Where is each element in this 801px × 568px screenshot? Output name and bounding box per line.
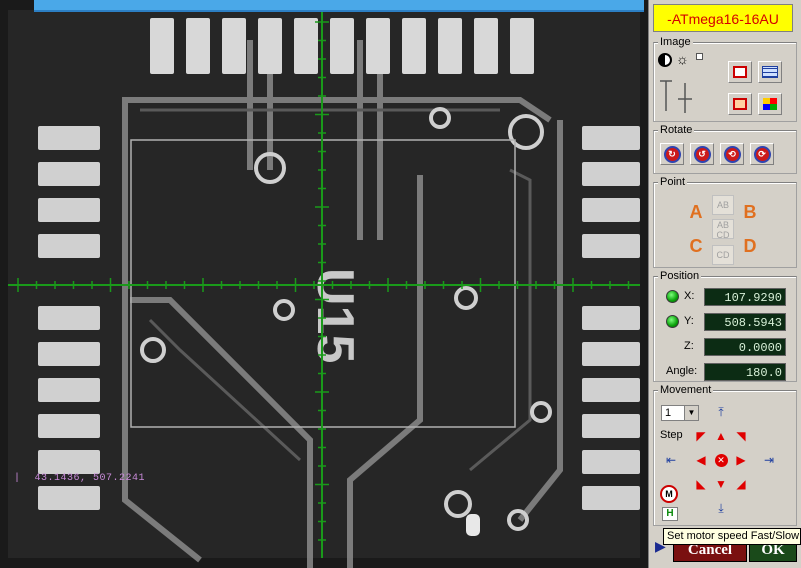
readout-marker: | (14, 473, 21, 484)
stop-button[interactable]: ✕ (714, 453, 728, 467)
rotate-cw-90-button[interactable]: ↻ (660, 143, 684, 165)
angle-label: Angle: (666, 365, 698, 377)
rotate-ccw-90-button[interactable]: ↺ (690, 143, 714, 165)
move-bottom-button[interactable]: ⤓ (714, 501, 728, 515)
point-group: Point A B C D AB AB CD CD (653, 176, 797, 268)
step-label: Step (660, 429, 683, 441)
image-group-title: Image (658, 36, 693, 48)
motor-speed-button[interactable]: M (660, 485, 678, 503)
move-up-left-button[interactable]: ◤ (694, 429, 708, 443)
point-a-button[interactable]: A (684, 201, 708, 223)
rotate-cw-90-icon: ↻ (663, 145, 681, 163)
x-value: 107.9290 (704, 288, 786, 306)
point-cd-button[interactable]: CD (712, 245, 734, 265)
move-up-button[interactable]: ▲ (714, 429, 728, 443)
x-label: X: (684, 290, 695, 302)
pcb-image-button[interactable] (728, 93, 752, 115)
small-square-icon[interactable] (696, 53, 703, 60)
move-far-left-button[interactable]: ⇤ (664, 453, 678, 467)
alignment-icon[interactable] (658, 79, 696, 115)
point-d-button[interactable]: D (738, 235, 762, 257)
home-button[interactable]: H (662, 507, 678, 521)
angle-value: 180.0 (704, 363, 786, 381)
chip-image-button[interactable] (728, 61, 752, 83)
z-label: Z: (684, 340, 694, 352)
motor-speed-tooltip: Set motor speed Fast/Slow (663, 528, 801, 545)
move-far-right-button[interactable]: ⇥ (762, 453, 776, 467)
chip-icon (733, 66, 747, 78)
rotate-reset-button[interactable]: ⟳ (750, 143, 774, 165)
move-left-button[interactable]: ◀ (694, 453, 708, 467)
control-panel: -ATmega16-16AU Image ☼ Rotate ↻ ↺ ⟲ ⟳ Po… (648, 0, 801, 568)
camera-view[interactable]: U15 | 43.1436, 507.2241 (0, 0, 648, 568)
contrast-icon[interactable] (658, 53, 672, 67)
rotate-group-title: Rotate (658, 124, 695, 136)
color-palette-button[interactable] (758, 93, 782, 115)
y-value: 508.5943 (704, 313, 786, 331)
pcb-icon (733, 98, 747, 110)
step-size-select[interactable]: 1 ▼ (661, 405, 699, 421)
rotate-180-icon: ⟲ (723, 145, 741, 163)
y-label: Y: (684, 315, 694, 327)
rotate-ccw-90-icon: ↺ (693, 145, 711, 163)
image-group: Image ☼ (653, 36, 797, 122)
movement-group: Movement 1 ▼ Step ⤒ ◤ ▲ ◥ ⇤ ◀ ✕ ▶ ⇥ ◣ ▼ … (653, 384, 797, 526)
brightness-icon[interactable]: ☼ (676, 51, 689, 67)
move-down-right-button[interactable]: ◢ (734, 477, 748, 491)
x-status-led (666, 290, 679, 303)
z-value: 0.0000 (704, 338, 786, 356)
table-icon (762, 66, 778, 78)
chevron-down-icon[interactable]: ▼ (684, 406, 698, 420)
palette-icon (763, 98, 777, 110)
title-strip (34, 0, 644, 12)
position-group: Position X: 107.9290 Y: 508.5943 Z: 0.00… (653, 270, 797, 382)
grid-view-button[interactable] (758, 61, 782, 83)
rotate-group: Rotate ↻ ↺ ⟲ ⟳ (653, 124, 797, 174)
move-down-left-button[interactable]: ◣ (694, 477, 708, 491)
move-top-button[interactable]: ⤒ (714, 405, 728, 419)
position-group-title: Position (658, 270, 702, 282)
chip-name-label: -ATmega16-16AU (653, 4, 793, 32)
move-up-right-button[interactable]: ◥ (734, 429, 748, 443)
point-ab-button[interactable]: AB (712, 195, 734, 215)
point-b-button[interactable]: B (738, 201, 762, 223)
move-right-button[interactable]: ▶ (734, 453, 748, 467)
stop-icon: ✕ (714, 453, 728, 467)
point-abcd-button[interactable]: AB CD (712, 219, 734, 240)
move-down-button[interactable]: ▼ (714, 477, 728, 491)
point-c-button[interactable]: C (684, 235, 708, 257)
point-group-title: Point (658, 176, 688, 188)
movement-group-title: Movement (658, 384, 714, 396)
rotate-reset-icon: ⟳ (753, 145, 771, 163)
rotate-180-button[interactable]: ⟲ (720, 143, 744, 165)
cursor-coordinate-readout: | 43.1436, 507.2241 (14, 473, 146, 484)
y-status-led (666, 315, 679, 328)
